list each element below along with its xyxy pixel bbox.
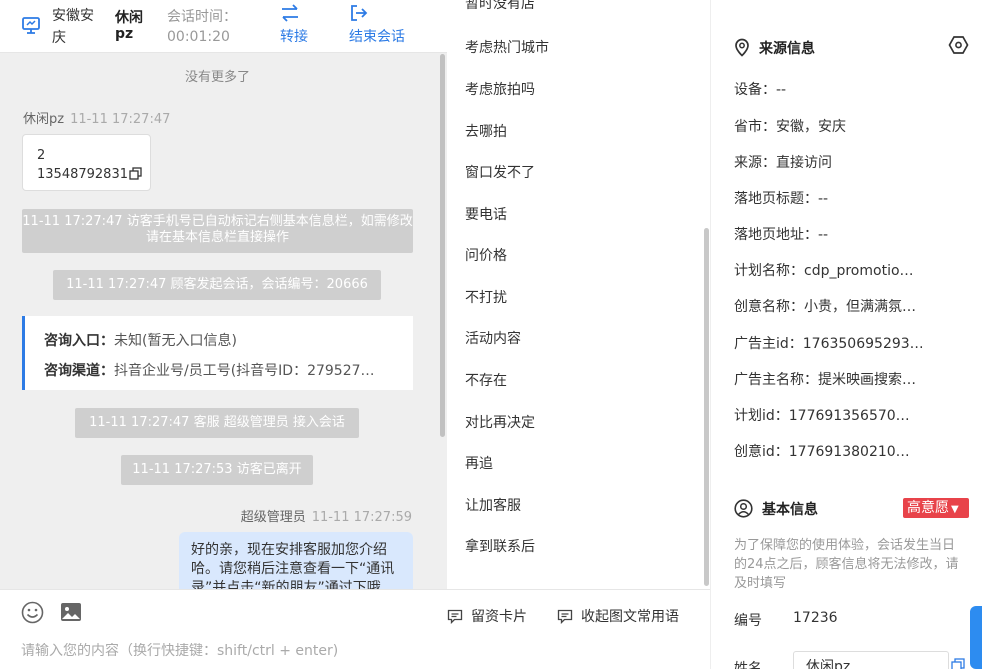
- visitor-message-phone: 13548792831: [37, 167, 128, 182]
- customer-name-label: 姓名: [734, 661, 762, 669]
- quick-phrase-list: 暂时没有店 考虑热门城市 考虑旅拍吗 去哪拍 窗口发不了 要电话 问价格 不打扰…: [447, 0, 710, 589]
- session-time: 00:01:20: [167, 29, 230, 45]
- quick-phrase-item[interactable]: 对比再决定: [465, 412, 535, 432]
- source-province: 省市：安徽，安庆: [734, 119, 846, 135]
- edit-notice: 为了保障您的使用体验，会话发生当日的24点之后，顾客信息将无法修改，请及时填写: [734, 538, 959, 591]
- quick-phrase-item[interactable]: 窗口发不了: [465, 162, 535, 182]
- channel-label: 咨询渠道：: [44, 363, 114, 379]
- transfer-button[interactable]: 转接: [280, 4, 308, 46]
- intent-select[interactable]: 高意愿 ▼: [903, 498, 969, 518]
- system-message: 11-11 17:27:47 顾客发起会话，会话编号：20666: [53, 270, 381, 300]
- chat-scrollbar-thumb[interactable]: [440, 54, 445, 437]
- quick-phrase-item[interactable]: 暂时没有店: [465, 0, 535, 13]
- visitor-message-line1: 2: [37, 148, 46, 163]
- chat-header: 安徽安庆 休闲pz 会话时间： 00:01:20 转接 结束会话: [0, 0, 447, 53]
- emoji-icon[interactable]: [21, 601, 44, 624]
- source-creative-id: 创意id：177691380210…: [734, 444, 910, 460]
- agent-message-meta: 超级管理员 11-11 17:27:59: [241, 506, 412, 525]
- quick-phrase-item[interactable]: 考虑热门城市: [465, 37, 549, 57]
- quick-phrase-item[interactable]: 去哪拍: [465, 121, 507, 141]
- collapse-phrases-label: 收起图文常用语: [581, 609, 679, 625]
- customer-id-label: 编号: [734, 613, 762, 629]
- source-landing-title: 落地页标题：--: [734, 191, 829, 207]
- quick-phrase-item[interactable]: 不存在: [465, 370, 507, 390]
- quick-phrase-item[interactable]: 让加客服: [465, 495, 521, 515]
- agent-message-bubble: 好的亲，现在安排客服加您介绍哈。请您稍后注意查看一下“通讯录”并点击“新的朋友”…: [179, 532, 413, 589]
- source-advertiser-name: 广告主名称：提米映画搜索…: [734, 372, 916, 388]
- quick-phrase-item[interactable]: 考虑旅拍吗: [465, 79, 535, 99]
- basic-info-title: 基本信息: [734, 499, 818, 519]
- caret-down-icon: ▼: [951, 504, 959, 515]
- settings-icon[interactable]: [948, 35, 969, 55]
- agent-message-sender: 超级管理员: [240, 510, 306, 525]
- system-message: 11-11 17:27:47 客服 超级管理员 接入会话: [75, 408, 359, 438]
- message-icon: [557, 609, 573, 625]
- source-origin: 来源：直接访问: [734, 155, 832, 171]
- lead-card-button[interactable]: 留资卡片: [447, 606, 527, 626]
- image-icon[interactable]: [60, 602, 82, 622]
- chat-pane: 安徽安庆 休闲pz 会话时间： 00:01:20 转接 结束会话 没有更多了 休…: [0, 0, 447, 669]
- entry-info-card: 咨询入口：未知(暂无入口信息) 咨询渠道：抖音企业号/员工号(抖音号ID：279…: [22, 316, 413, 390]
- message-list[interactable]: 没有更多了 休闲pz 11-11 17:27:47 2 13548792831 1…: [0, 54, 447, 589]
- source-device: 设备：--: [734, 82, 787, 98]
- source-plan-id: 计划id：177691356570…: [734, 408, 910, 424]
- end-session-label: 结束会话: [349, 29, 405, 45]
- source-landing-url: 落地页地址：--: [734, 227, 829, 243]
- transfer-icon: [282, 4, 298, 22]
- phrase-scrollbar[interactable]: [704, 228, 709, 586]
- visitor-message-meta: 休闲pz 11-11 17:27:47: [23, 108, 170, 127]
- quick-phrase-item[interactable]: 不打扰: [465, 287, 507, 307]
- collapse-phrases-button[interactable]: 收起图文常用语: [557, 606, 679, 626]
- quick-phrase-item[interactable]: 问价格: [465, 245, 507, 265]
- visitor-message-bubble: 2 13548792831: [22, 134, 151, 191]
- message-composer: 留资卡片 收起图文常用语: [0, 589, 710, 669]
- customer-name-input[interactable]: [793, 651, 949, 669]
- visitor-location: 安徽安庆: [52, 8, 94, 46]
- chat-scrollbar[interactable]: [440, 54, 445, 589]
- system-message: 11-11 17:27:53 访客已离开: [121, 455, 313, 485]
- source-info-title: 来源信息: [734, 38, 815, 58]
- quick-phrase-item[interactable]: 再追: [465, 453, 493, 473]
- chat-workspace: 安徽安庆 休闲pz 会话时间： 00:01:20 转接 结束会话 没有更多了 休…: [0, 0, 982, 669]
- visitor-message-time: 11-11 17:27:47: [70, 112, 171, 127]
- no-more-text: 没有更多了: [184, 70, 250, 85]
- source-plan-name: 计划名称：cdp_promotio…: [734, 263, 914, 279]
- message-input[interactable]: [21, 643, 661, 659]
- system-message: 11-11 17:27:47 访客手机号已自动标记右侧基本信息栏，如需修改请在基…: [22, 209, 413, 253]
- copy-icon[interactable]: [129, 167, 142, 180]
- exit-icon: [351, 5, 368, 21]
- quick-phrase-item[interactable]: 要电话: [465, 204, 507, 224]
- user-circle-icon: [734, 499, 753, 518]
- source-advertiser-id: 广告主id：176350695293…: [734, 336, 924, 352]
- end-session-button[interactable]: 结束会话: [349, 4, 405, 46]
- customer-id-value: 17236: [793, 610, 838, 626]
- entry-label: 咨询入口：: [44, 333, 114, 349]
- transfer-label: 转接: [280, 29, 308, 45]
- location-pin-icon: [735, 38, 749, 57]
- quick-phrase-item[interactable]: 拿到联系后: [465, 536, 535, 556]
- visitor-name: 休闲pz: [115, 10, 143, 42]
- monitor-icon: [22, 17, 40, 34]
- copy-icon[interactable]: [951, 658, 965, 669]
- floating-side-tab[interactable]: [970, 606, 982, 669]
- card-icon: [447, 609, 463, 625]
- agent-message-time: 11-11 17:27:59: [311, 510, 412, 525]
- lead-card-label: 留资卡片: [471, 609, 527, 625]
- source-creative-name: 创意名称：小贵，但满满氛…: [734, 299, 916, 315]
- quick-phrase-item[interactable]: 活动内容: [465, 328, 521, 348]
- customer-info-panel: 来源信息 设备：-- 省市：安徽，安庆 来源：直接访问 落地页标题：-- 落地页…: [710, 0, 982, 669]
- session-time-label: 会话时间：: [167, 9, 237, 25]
- intent-value: 高意愿: [907, 500, 949, 516]
- entry-value: 未知(暂无入口信息): [114, 333, 237, 349]
- channel-value: 抖音企业号/员工号(抖音号ID：279527…: [114, 363, 375, 379]
- visitor-message-sender: 休闲pz: [23, 112, 65, 127]
